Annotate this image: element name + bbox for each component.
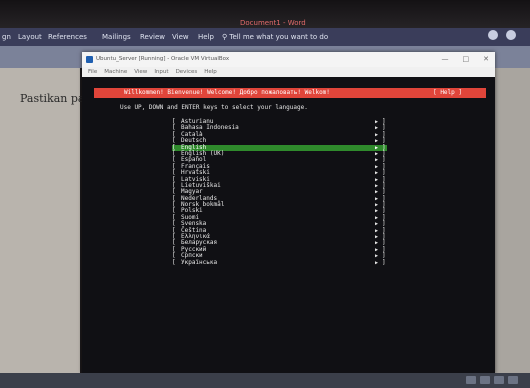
menu-machine[interactable]: Machine [104,67,127,77]
ribbon-options-icon[interactable] [506,30,516,40]
word-tab-review[interactable]: Review [140,28,165,46]
close-button[interactable]: ✕ [483,52,489,67]
help-button[interactable]: [ Help ] [433,88,462,98]
menu-input[interactable]: Input [154,67,168,77]
word-document-margin [495,68,530,373]
account-icon[interactable] [488,30,498,40]
menu-file[interactable]: File [88,67,97,77]
network-icon[interactable] [466,376,476,384]
welcome-banner: Willkommen! Bienvenue! Welcome! Добро по… [124,89,330,96]
volume-icon[interactable] [480,376,490,384]
word-tab-help[interactable]: Help [198,28,214,46]
menu-devices[interactable]: Devices [176,67,198,77]
word-account-icons [488,30,516,40]
battery-icon[interactable] [494,376,504,384]
bracket-right: ] [382,258,386,266]
tell-me-text: Tell me what you want to do [229,33,329,41]
language-list: [Asturianu ▶][Bahasa Indonesia ▶][Català ▶]… [172,118,387,266]
select-arrow-icon: ▶ [375,259,379,266]
virtualbox-window: Ubuntu_Server [Running] - Oracle VM Virt… [82,52,495,374]
vm-screen[interactable]: Willkommen! Bienvenue! Welcome! Добро по… [82,77,495,374]
window-title: Ubuntu_Server [Running] - Oracle VM Virt… [96,56,230,62]
system-tray [466,376,518,384]
word-tab-layout[interactable]: Layout [18,28,42,46]
language-label: Українська [181,258,218,266]
virtualbox-menubar: File Machine View Input Devices Help [82,67,495,77]
maximize-button[interactable]: □ [463,52,470,67]
word-tab-view[interactable]: View [172,28,189,46]
instruction-text: Use UP, DOWN and ENTER keys to select yo… [120,104,308,111]
minimize-button[interactable]: — [442,52,449,67]
bracket-left: [ [172,258,176,266]
word-tab-mailings[interactable]: Mailings [102,28,131,46]
window-controls: — □ ✕ [442,52,490,67]
virtualbox-titlebar: Ubuntu_Server [Running] - Oracle VM Virt… [82,52,495,67]
windows-taskbar [0,373,530,388]
word-document-page[interactable] [0,68,80,373]
clock-icon[interactable] [508,376,518,384]
word-tab-references[interactable]: References [48,28,87,46]
virtualbox-logo-icon [86,56,93,63]
word-ribbon-tabs: gn Layout References Mailings Review Vie… [0,19,530,46]
installer-header: Willkommen! Bienvenue! Welcome! Добро по… [94,88,486,98]
word-tab[interactable]: gn [2,28,11,46]
menu-help[interactable]: Help [204,67,217,77]
word-doc-title: Document1 - Word [240,19,306,27]
language-option[interactable]: [ Українська ▶] [172,258,387,266]
menu-view[interactable]: View [134,67,147,77]
